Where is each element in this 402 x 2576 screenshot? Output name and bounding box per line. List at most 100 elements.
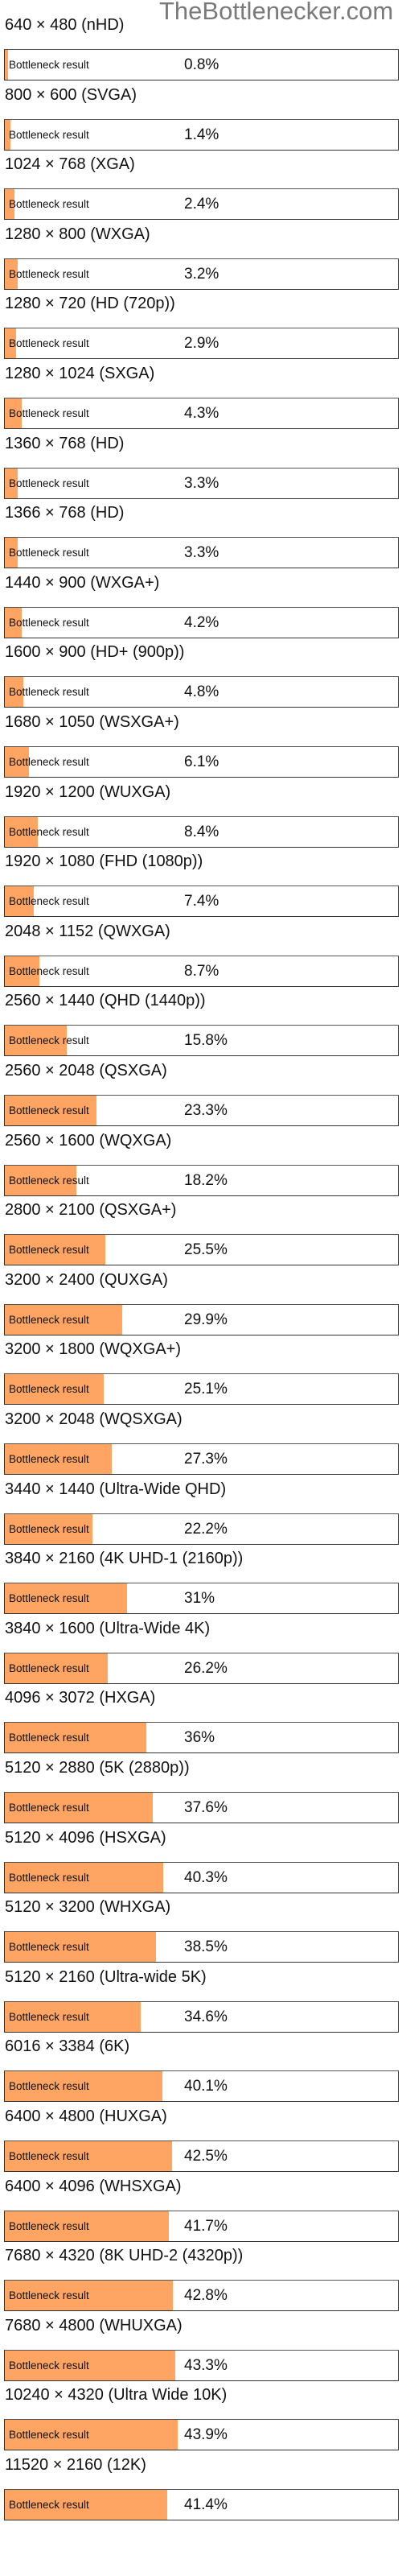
bar-value-label: 8.4%: [184, 823, 219, 840]
bar-value-label: 27.3%: [184, 1451, 228, 1468]
resolution-label: 2560 × 1600 (WQXGA): [5, 1131, 172, 1150]
bar-value-label: 15.8%: [184, 1032, 228, 1050]
resolution-label: 3200 × 1800 (WQXGA+): [5, 1340, 182, 1359]
bar-caption: Bottleneck result: [9, 1453, 89, 1465]
resolution-label: 1280 × 1024 (SXGA): [5, 365, 155, 382]
bar-value-label: 0.8%: [184, 56, 219, 73]
bottleneck-bar: Bottleneck result 40.1%: [4, 2070, 399, 2103]
bar-caption: Bottleneck result: [9, 1871, 89, 1884]
bar-caption: Bottleneck result: [9, 1383, 89, 1396]
bottleneck-bar: Bottleneck result 31%: [4, 1583, 399, 1615]
bar-caption: Bottleneck result: [9, 616, 89, 629]
bottleneck-bar: Bottleneck result 3.3%: [4, 467, 399, 499]
bar-value-label: 41.4%: [184, 2496, 228, 2513]
resolution-label: 640 × 480 (nHD): [5, 16, 125, 34]
resolution-label: 5120 × 4096 (HSXGA): [5, 1828, 166, 1847]
resolution-label: 1024 × 768 (XGA): [5, 155, 135, 174]
result-row: 1440 × 900 (WXGA+) Bottleneck result 4.2%: [0, 569, 402, 640]
bar-value-label: 2.9%: [184, 335, 219, 353]
bottleneck-bar: Bottleneck result 8.7%: [4, 955, 399, 987]
bar-caption: Bottleneck result: [9, 1174, 89, 1187]
bar-value-label: 3.2%: [184, 265, 219, 283]
bottleneck-bar: Bottleneck result 23.3%: [4, 1095, 399, 1126]
bottleneck-bar: Bottleneck result 3.3%: [4, 537, 399, 569]
bar-value-label: 7.4%: [184, 893, 219, 910]
bar-value-label: 4.2%: [184, 613, 219, 631]
resolution-label: 2560 × 2048 (QSXGA): [5, 1062, 167, 1080]
bar-value-label: 43.9%: [184, 2426, 228, 2444]
bar-caption: Bottleneck result: [9, 2010, 89, 2023]
bottleneck-bar: Bottleneck result 29.9%: [4, 1303, 399, 1335]
resolution-label: 3440 × 1440 (Ultra-Wide QHD): [5, 1480, 227, 1498]
bottleneck-bar: Bottleneck result 18.2%: [4, 1164, 399, 1196]
bottleneck-bar: Bottleneck result 37.6%: [4, 1792, 399, 1823]
resolution-label: 11520 × 2160 (12K): [5, 2456, 146, 2474]
result-row: 6400 × 4800 (HUXGA) Bottleneck result 42.5…: [0, 2103, 402, 2174]
bottleneck-bar: Bottleneck result 7.4%: [4, 886, 399, 918]
bar-caption: Bottleneck result: [9, 895, 89, 908]
bar-value-label: 42.5%: [184, 2148, 228, 2165]
result-row: 11520 × 2160 (12K) Bottleneck result 41.4%: [0, 2451, 402, 2522]
bottleneck-bar: Bottleneck result 2.9%: [4, 328, 399, 360]
result-row: 3840 × 1600 (Ultra-Wide 4K) Bottleneck re…: [0, 1615, 402, 1686]
bar-caption: Bottleneck result: [9, 1034, 89, 1047]
bar-value-label: 43.3%: [184, 2356, 228, 2374]
bar-value-label: 41.7%: [184, 2217, 228, 2235]
bar-caption: Bottleneck result: [9, 547, 89, 559]
resolution-label: 1440 × 900 (WXGA+): [5, 573, 160, 592]
bar-caption: Bottleneck result: [9, 1662, 89, 1674]
bar-value-label: 8.7%: [184, 962, 219, 980]
result-row: 800 × 600 (SVGA) Bottleneck result 1.4%: [0, 81, 402, 152]
bottleneck-bar: Bottleneck result 27.3%: [4, 1443, 399, 1475]
resolution-label: 1920 × 1080 (FHD (1080p)): [5, 852, 203, 871]
bar-caption: Bottleneck result: [9, 1522, 89, 1535]
bar-caption: Bottleneck result: [9, 2429, 89, 2442]
bar-caption: Bottleneck result: [9, 198, 89, 211]
bar-caption: Bottleneck result: [9, 1104, 89, 1117]
resolution-label: 1680 × 1050 (WSXGA+): [5, 713, 179, 731]
result-row: 3440 × 1440 (Ultra-Wide QHD) Bottleneck r…: [0, 1476, 402, 1546]
bar-value-label: 6.1%: [184, 753, 219, 770]
resolution-label: 2560 × 1440 (QHD (1440p)): [5, 992, 206, 1010]
bar-value-label: 23.3%: [184, 1102, 228, 1119]
resolution-label: 6400 × 4800 (HUXGA): [5, 2107, 167, 2125]
resolution-label: 1360 × 768 (HD): [5, 434, 125, 452]
resolution-label: 5120 × 2160 (Ultra-wide 5K): [5, 1967, 207, 1986]
bar-caption: Bottleneck result: [9, 2219, 89, 2232]
bar-value-label: 22.2%: [184, 1520, 228, 1538]
bar-caption: Bottleneck result: [9, 407, 89, 419]
result-row: 3200 × 1800 (WQXGA+) Bottleneck result 25.…: [0, 1335, 402, 1406]
resolution-label: 3200 × 2400 (QUXGA): [5, 1270, 168, 1289]
bottleneck-bar: Bottleneck result 22.2%: [4, 1513, 399, 1545]
bar-value-label: 29.9%: [184, 1311, 228, 1328]
result-row: 10240 × 4320 (Ultra Wide 10K) Bottleneck …: [0, 2381, 402, 2452]
bottleneck-bar: Bottleneck result 4.8%: [4, 676, 399, 708]
bar-value-label: 2.4%: [184, 196, 219, 213]
bar-value-label: 3.3%: [184, 544, 219, 562]
bar-value-label: 31%: [184, 1590, 215, 1608]
bar-caption: Bottleneck result: [9, 267, 89, 280]
resolution-label: 10240 × 4320 (Ultra Wide 10K): [5, 2386, 228, 2405]
result-row: 1280 × 720 (HD (720p)) Bottleneck result 2…: [0, 290, 402, 361]
result-row: 2560 × 1440 (QHD (1440p)) Bottleneck resu…: [0, 987, 402, 1058]
bar-value-label: 42.8%: [184, 2287, 228, 2305]
result-row: 1920 × 1080 (FHD (1080p)) Bottleneck resu…: [0, 848, 402, 919]
result-row: 7680 × 4320 (8K UHD-2 (4320p)) Bottleneck…: [0, 2242, 402, 2313]
result-row: 2048 × 1152 (QWXGA) Bottleneck result 8.7%: [0, 918, 402, 989]
bar-caption: Bottleneck result: [9, 128, 89, 141]
bar-caption: Bottleneck result: [9, 2080, 89, 2093]
bottleneck-bar: Bottleneck result 8.4%: [4, 815, 399, 848]
bottleneck-bar: Bottleneck result 43.3%: [4, 2349, 399, 2381]
bar-caption: Bottleneck result: [9, 2150, 89, 2162]
bar-caption: Bottleneck result: [9, 1244, 89, 1257]
bar-caption: Bottleneck result: [9, 337, 89, 350]
bar-caption: Bottleneck result: [9, 825, 89, 838]
bar-caption: Bottleneck result: [9, 2359, 89, 2372]
bottleneck-bar: Bottleneck result 41.4%: [4, 2489, 399, 2520]
bar-caption: Bottleneck result: [9, 1941, 89, 1954]
bar-value-label: 18.2%: [184, 1171, 228, 1189]
result-row: 2800 × 2100 (QSXGA+) Bottleneck result 25.…: [0, 1196, 402, 1267]
bar-value-label: 34.6%: [184, 2008, 228, 2025]
bottleneck-bar: Bottleneck result 6.1%: [4, 746, 399, 778]
bar-caption: Bottleneck result: [9, 964, 89, 977]
